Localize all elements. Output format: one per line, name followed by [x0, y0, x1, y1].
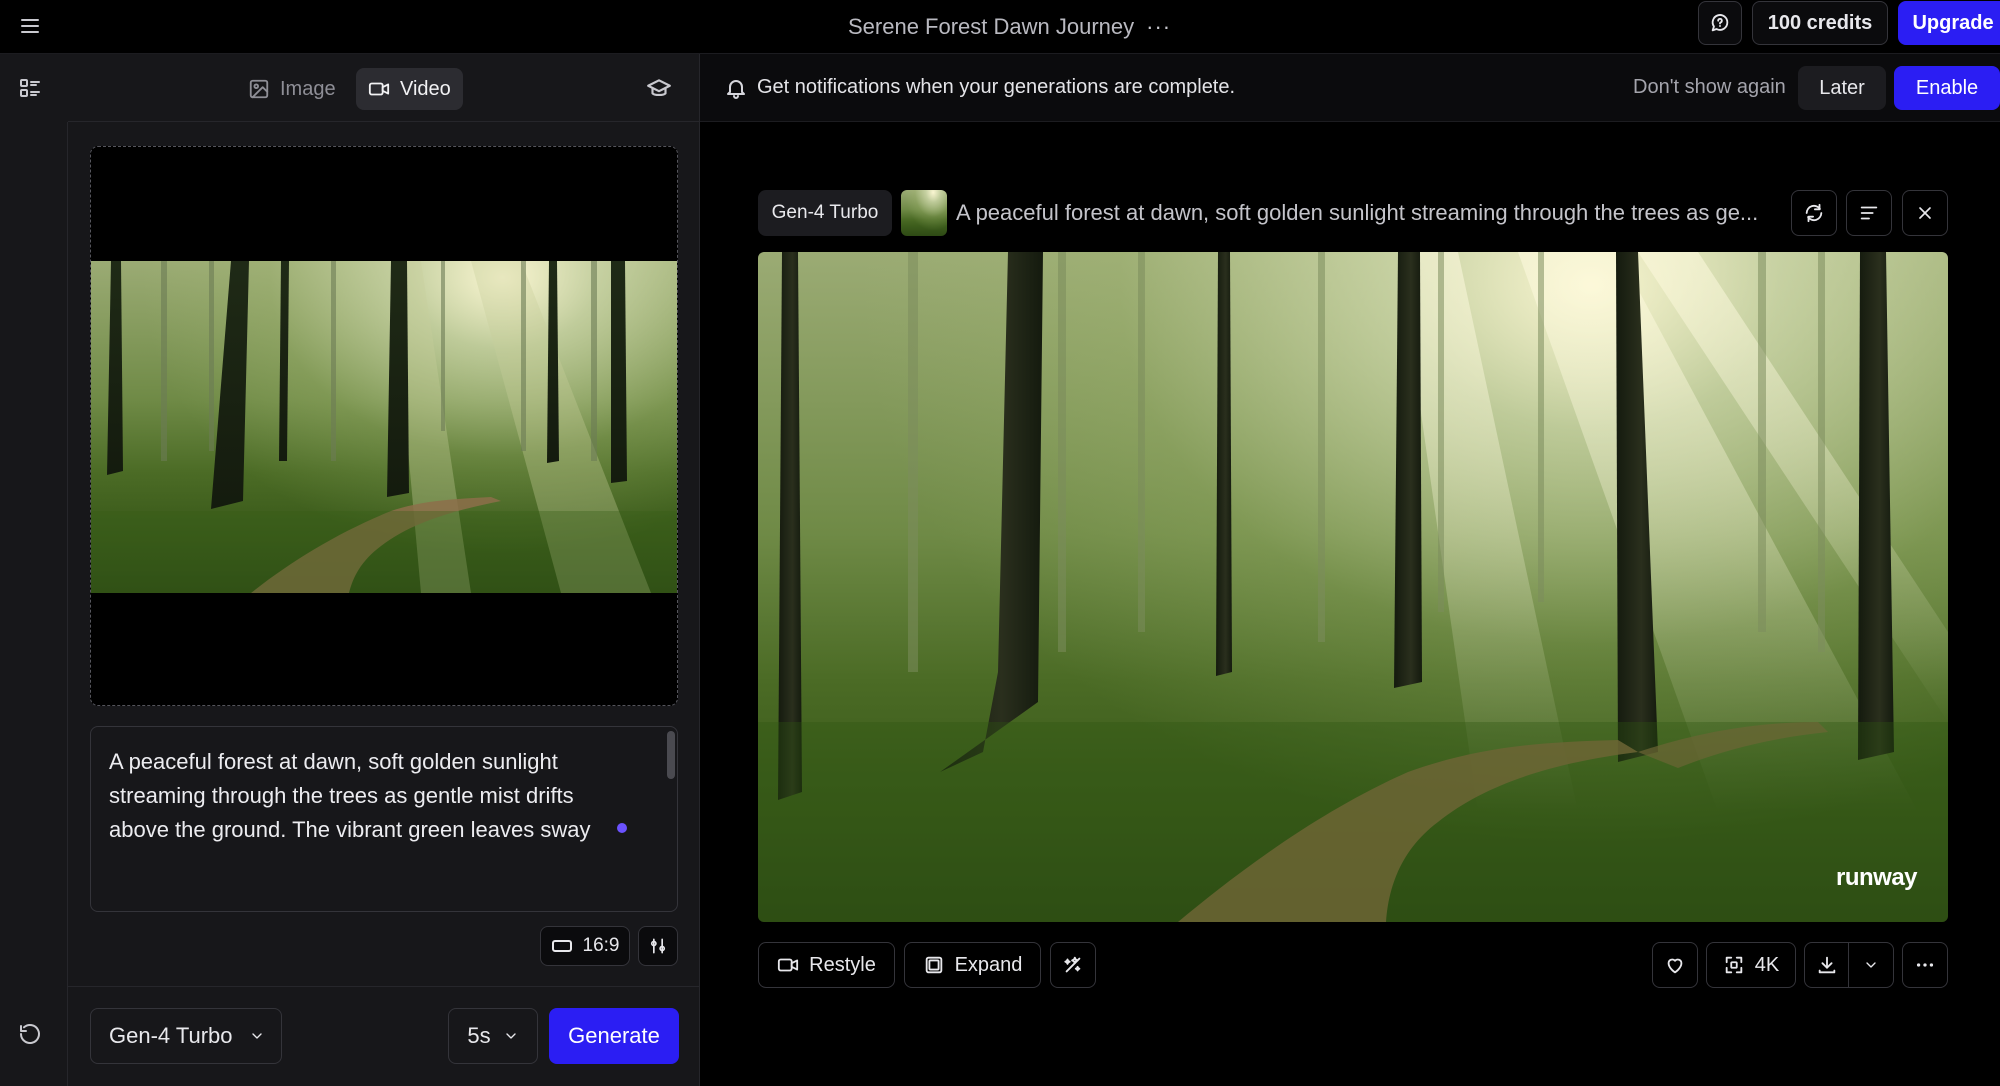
prompt-status-dot: [617, 823, 627, 833]
video-camera-icon: [778, 958, 799, 972]
tab-video-label: Video: [400, 77, 451, 100]
close-icon: [1919, 207, 1931, 219]
reference-image-dropzone[interactable]: [90, 146, 678, 706]
prompt-scrollbar[interactable]: [667, 731, 675, 779]
generate-label: Generate: [568, 1023, 660, 1048]
more-actions-button[interactable]: [1902, 942, 1948, 988]
more-options-icon[interactable]: ···: [1146, 14, 1171, 40]
duration-select[interactable]: 5s: [448, 1008, 538, 1064]
camera-settings-button[interactable]: [638, 926, 678, 966]
upgrade-button[interactable]: Upgrade: [1898, 1, 2000, 45]
output-header: Gen-4 Turbo A peaceful forest at dawn, s…: [758, 190, 1948, 236]
heart-icon: [1667, 958, 1683, 974]
output-actions: Restyle Expand 4K: [758, 942, 1948, 988]
chevron-down-icon: [505, 1033, 516, 1039]
upscale-4k-button[interactable]: 4K: [1706, 942, 1796, 988]
tab-image-label: Image: [280, 77, 336, 100]
video-camera-icon: [368, 82, 390, 96]
tutorial-icon[interactable]: [646, 76, 672, 102]
image-icon: [249, 79, 269, 99]
refresh-icon: [1805, 203, 1823, 223]
output-prompt-preview[interactable]: A peaceful forest at dawn, soft golden s…: [956, 200, 1790, 226]
expand-button[interactable]: Expand: [904, 942, 1041, 988]
output-video[interactable]: runway: [758, 252, 1948, 922]
mode-tabs: Image Video: [68, 54, 700, 122]
magic-wand-icon: [1064, 956, 1081, 973]
panel-divider: [68, 986, 700, 987]
duration-label: 5s: [467, 1023, 491, 1048]
enable-button[interactable]: Enable: [1894, 66, 2000, 110]
aspect-ratio-icon: [551, 940, 572, 952]
model-badge: Gen-4 Turbo: [758, 190, 892, 236]
model-select-label: Gen-4 Turbo: [109, 1023, 233, 1048]
chat-question-icon: [1711, 14, 1729, 32]
tab-video[interactable]: Video: [356, 68, 463, 110]
bell-icon: [724, 76, 748, 100]
reference-image: [91, 261, 677, 593]
favorite-button[interactable]: [1652, 942, 1698, 988]
download-button[interactable]: [1804, 942, 1894, 988]
tab-image[interactable]: Image: [236, 68, 348, 110]
aspect-ratio-label: 16:9: [582, 935, 620, 956]
aspect-ratio-button[interactable]: 16:9: [540, 926, 630, 966]
upscale-icon: [1725, 956, 1743, 974]
feedback-button[interactable]: [1698, 1, 1742, 45]
credits-label: 100 credits: [1767, 11, 1873, 34]
chevron-down-icon[interactable]: [1849, 943, 1893, 987]
output-thumbnail[interactable]: [901, 190, 947, 236]
align-left-icon: [1860, 206, 1878, 220]
download-icon[interactable]: [1805, 943, 1849, 987]
watermark: runway: [1836, 864, 1918, 891]
project-title[interactable]: Serene Forest Dawn Journey: [848, 14, 1134, 40]
left-rail: [0, 122, 68, 1086]
restyle-label: Restyle: [809, 953, 876, 976]
restyle-button[interactable]: Restyle: [758, 942, 895, 988]
model-select[interactable]: Gen-4 Turbo: [90, 1008, 282, 1064]
notification-bar: Get notifications when your generations …: [700, 54, 2000, 122]
credits-button[interactable]: 100 credits: [1752, 1, 1888, 45]
enable-label: Enable: [1915, 76, 1979, 99]
later-label: Later: [1819, 76, 1865, 99]
dont-show-again-link[interactable]: Don't show again: [1633, 76, 1786, 99]
prompt-text[interactable]: A peaceful forest at dawn, soft golden s…: [109, 745, 609, 847]
expand-label: Expand: [954, 953, 1023, 976]
notification-message: Get notifications when your generations …: [757, 76, 1236, 98]
reuse-button[interactable]: [1791, 190, 1837, 236]
chevron-down-icon: [252, 1033, 262, 1039]
upscale-label: 4K: [1754, 953, 1780, 976]
generation-panel: Image Video A peaceful forest at dawn, s…: [0, 54, 700, 1086]
project-title-group[interactable]: Serene Forest Dawn Journey ···: [848, 10, 1171, 44]
magic-tool-button[interactable]: [1050, 942, 1096, 988]
details-button[interactable]: [1846, 190, 1892, 236]
close-button[interactable]: [1902, 190, 1948, 236]
prompt-box[interactable]: A peaceful forest at dawn, soft golden s…: [90, 726, 678, 912]
sliders-icon: [650, 938, 666, 954]
generate-button[interactable]: Generate: [549, 1008, 679, 1064]
menu-icon[interactable]: [18, 14, 42, 38]
more-horizontal-icon: [1916, 963, 1934, 967]
history-icon[interactable]: [18, 1022, 42, 1046]
panel-toggle-icon[interactable]: [18, 76, 42, 100]
expand-icon: [925, 956, 942, 974]
top-bar: Serene Forest Dawn Journey ··· 100 credi…: [0, 0, 2000, 54]
model-badge-label: Gen-4 Turbo: [771, 202, 879, 223]
upgrade-label: Upgrade: [1912, 11, 1994, 34]
later-button[interactable]: Later: [1798, 66, 1886, 110]
